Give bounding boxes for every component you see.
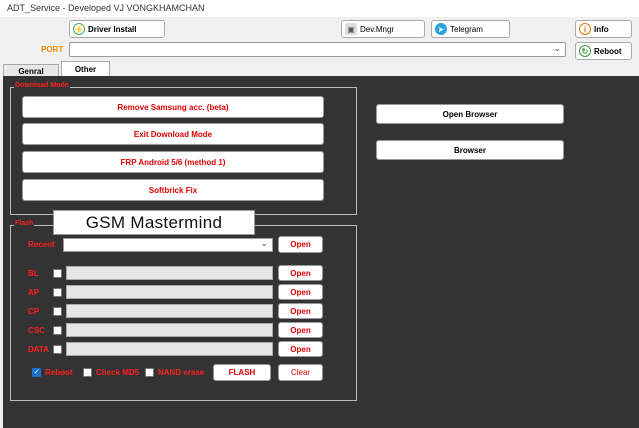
reboot-option-label: Reboot bbox=[45, 368, 73, 377]
reboot-checkbox[interactable]: ✓ bbox=[32, 368, 41, 377]
driver-install-button[interactable]: ⚡ Driver Install bbox=[69, 20, 165, 38]
csc-open-button[interactable]: Open bbox=[278, 322, 323, 338]
reboot-button[interactable]: ↻ Reboot bbox=[575, 42, 632, 60]
ap-label: AP bbox=[28, 288, 40, 297]
cp-checkbox[interactable] bbox=[53, 307, 62, 316]
device-manager-icon: ▣ bbox=[345, 23, 357, 35]
data-open-button[interactable]: Open bbox=[278, 341, 323, 357]
data-label: DATA bbox=[28, 345, 50, 354]
reboot-icon: ↻ bbox=[579, 45, 591, 57]
lightning-icon: ⚡ bbox=[73, 23, 85, 35]
bl-checkbox[interactable] bbox=[53, 269, 62, 278]
flash-button[interactable]: FLASH bbox=[213, 364, 271, 381]
port-label: PORT bbox=[41, 45, 64, 54]
ap-path-field[interactable] bbox=[66, 285, 273, 299]
data-checkbox[interactable] bbox=[53, 345, 62, 354]
browser-button[interactable]: Browser bbox=[376, 140, 564, 160]
open-browser-button[interactable]: Open Browser bbox=[376, 104, 564, 124]
chevron-down-icon: ⌄ bbox=[553, 43, 561, 53]
csc-checkbox[interactable] bbox=[53, 326, 62, 335]
recent-open-button[interactable]: Open bbox=[278, 236, 323, 253]
exit-download-mode-button[interactable]: Exit Download Mode bbox=[22, 123, 324, 145]
port-select[interactable]: ⌄ bbox=[69, 42, 566, 57]
flash-title: Flash bbox=[14, 220, 35, 227]
cp-label: CP bbox=[28, 307, 40, 316]
softbrick-fix-button[interactable]: Softbrick Fix bbox=[22, 179, 324, 201]
frp-android-button[interactable]: FRP Android 5/6 (method 1) bbox=[22, 151, 324, 173]
check-md5-checkbox[interactable] bbox=[83, 368, 92, 377]
remove-samsung-account-button[interactable]: Remove Samsung acc. (beta) bbox=[22, 96, 324, 118]
bl-label: BL bbox=[28, 269, 39, 278]
reboot-label: Reboot bbox=[594, 46, 622, 56]
bl-path-field[interactable] bbox=[66, 266, 273, 280]
info-button[interactable]: i Info bbox=[575, 20, 632, 38]
clear-button[interactable]: Clear bbox=[278, 364, 323, 381]
telegram-icon: ➤ bbox=[435, 23, 447, 35]
csc-label: CSC bbox=[28, 326, 45, 335]
watermark-banner: GSM Mastermind bbox=[53, 210, 255, 235]
main-panel: Download Mode Remove Samsung acc. (beta)… bbox=[3, 76, 639, 428]
nand-erase-checkbox[interactable] bbox=[145, 368, 154, 377]
ap-open-button[interactable]: Open bbox=[278, 284, 323, 300]
csc-path-field[interactable] bbox=[66, 323, 273, 337]
dev-mngr-label: Dev.Mngr bbox=[360, 24, 395, 34]
telegram-button[interactable]: ➤ Telegram bbox=[431, 20, 510, 38]
cp-path-field[interactable] bbox=[66, 304, 273, 318]
window-title: ADT_Service - Developed VJ VONGKHAMCHAN bbox=[0, 0, 639, 17]
driver-install-label: Driver Install bbox=[88, 24, 137, 34]
telegram-label: Telegram bbox=[450, 24, 483, 34]
data-path-field[interactable] bbox=[66, 342, 273, 356]
bl-open-button[interactable]: Open bbox=[278, 265, 323, 281]
cp-open-button[interactable]: Open bbox=[278, 303, 323, 319]
download-mode-title: Download Mode bbox=[14, 82, 70, 89]
info-icon: i bbox=[579, 23, 591, 35]
ap-checkbox[interactable] bbox=[53, 288, 62, 297]
nand-erase-label: NAND erase bbox=[158, 368, 205, 377]
chevron-down-icon: ⌄ bbox=[260, 238, 268, 248]
tab-other[interactable]: Other bbox=[61, 61, 110, 76]
info-label: Info bbox=[594, 24, 609, 34]
dev-mngr-button[interactable]: ▣ Dev.Mngr bbox=[341, 20, 425, 38]
recent-select[interactable]: ⌄ bbox=[63, 238, 273, 252]
recent-label: Recent bbox=[28, 240, 55, 249]
check-md5-label: Check MD5 bbox=[96, 368, 140, 377]
